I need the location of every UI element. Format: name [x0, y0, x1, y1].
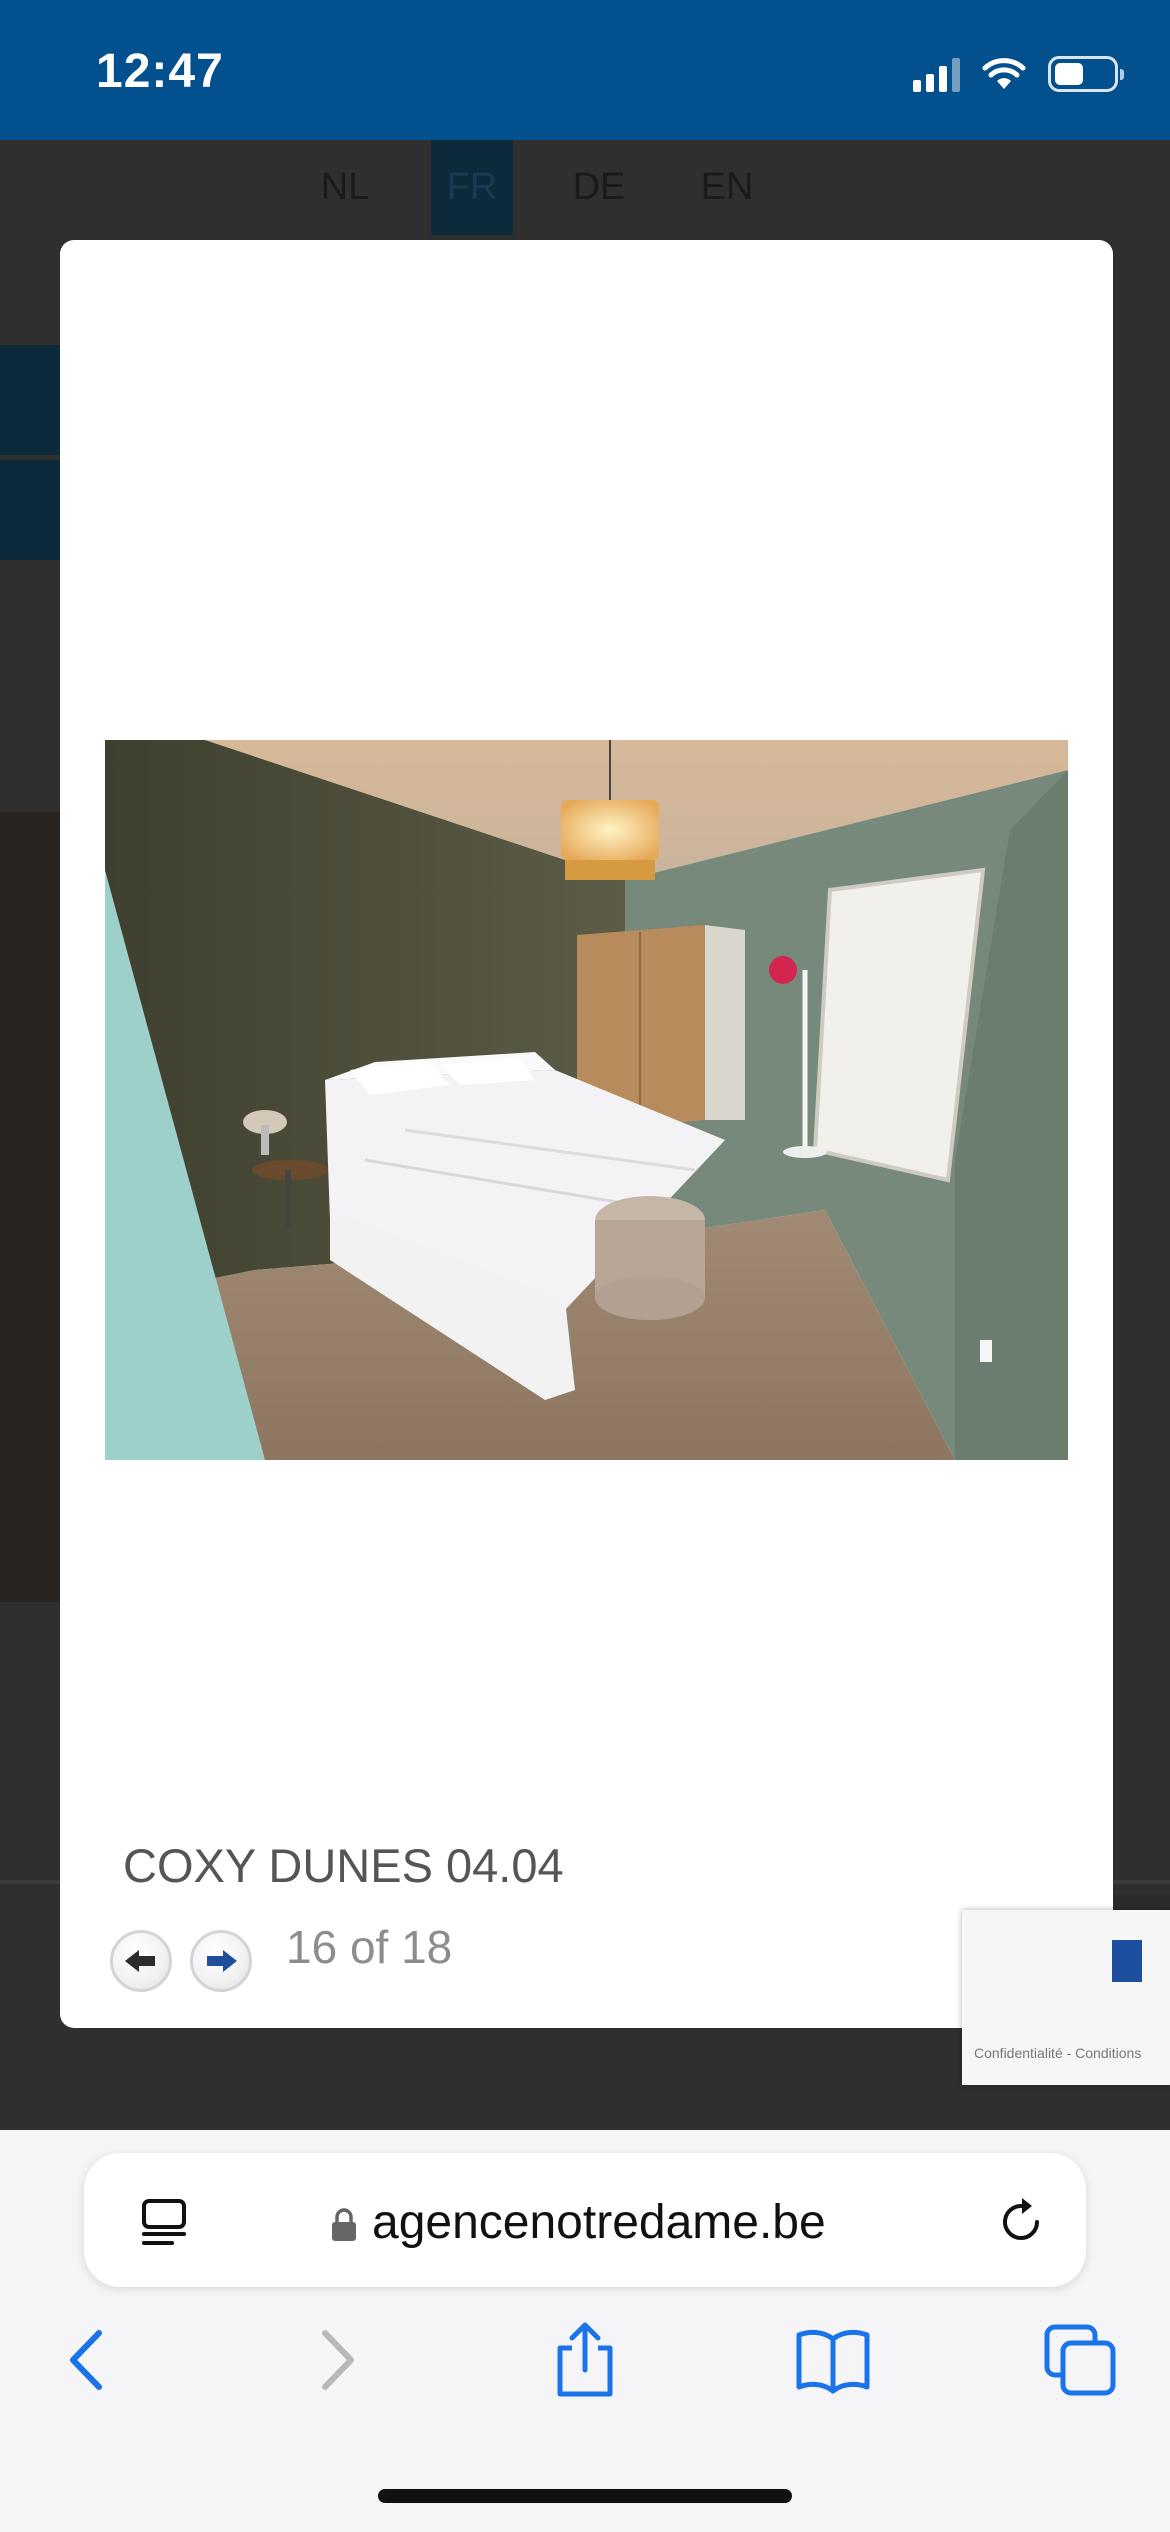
recaptcha-badge[interactable]: Confidentialité - Conditions	[962, 1910, 1170, 2085]
lang-en[interactable]: EN	[686, 140, 768, 235]
status-icons	[913, 52, 1124, 96]
lock-icon	[332, 2208, 356, 2241]
lightbox-photo	[105, 740, 1068, 1460]
forward-button[interactable]	[298, 2320, 378, 2400]
lightbox-modal: COXY DUNES 04.04 16 of 18	[60, 240, 1113, 2028]
lang-fr[interactable]: FR	[431, 140, 513, 235]
browser-chrome: agencenotredame.be	[0, 2130, 1170, 2532]
lightbox-caption: COXY DUNES 04.04	[123, 1839, 564, 1892]
url-text[interactable]: agencenotredame.be	[372, 2195, 826, 2250]
chevron-right-icon	[322, 2330, 354, 2390]
previous-button[interactable]	[110, 1930, 172, 1992]
back-button[interactable]	[46, 2320, 126, 2400]
reload-icon[interactable]	[992, 2193, 1050, 2251]
share-icon	[557, 2322, 613, 2397]
arrow-left-icon	[125, 1950, 155, 1972]
next-button[interactable]	[190, 1930, 252, 1992]
share-button[interactable]	[545, 2320, 625, 2400]
recaptcha-links[interactable]: Confidentialité - Conditions	[974, 2045, 1141, 2061]
status-bar: 12:47	[0, 0, 1170, 140]
lang-nl[interactable]: NL	[304, 140, 386, 235]
bedroom-photo	[105, 740, 1068, 1460]
tabs-icon	[1044, 2324, 1116, 2396]
status-time: 12:47	[96, 45, 224, 98]
book-icon	[796, 2329, 870, 2394]
page-menu-icon[interactable]	[136, 2193, 192, 2249]
arrow-right-icon	[207, 1950, 237, 1972]
bg-photo-strip	[0, 812, 60, 1602]
image-counter: 16 of 18	[286, 1921, 453, 1973]
battery-icon	[1048, 56, 1124, 92]
bg-header-block	[0, 460, 60, 560]
tabs-button[interactable]	[1040, 2320, 1120, 2400]
recaptcha-logo-icon	[1112, 1940, 1142, 1982]
lang-de[interactable]: DE	[558, 140, 640, 235]
home-indicator	[378, 2489, 792, 2503]
chevron-left-icon	[70, 2330, 102, 2390]
language-bar: NL FR DE EN	[0, 140, 1170, 235]
bookmarks-button[interactable]	[793, 2320, 873, 2400]
wifi-icon	[982, 58, 1026, 89]
cellular-signal-icon	[913, 56, 960, 92]
bg-header-block	[0, 345, 60, 455]
address-bar[interactable]: agencenotredame.be	[84, 2153, 1086, 2287]
